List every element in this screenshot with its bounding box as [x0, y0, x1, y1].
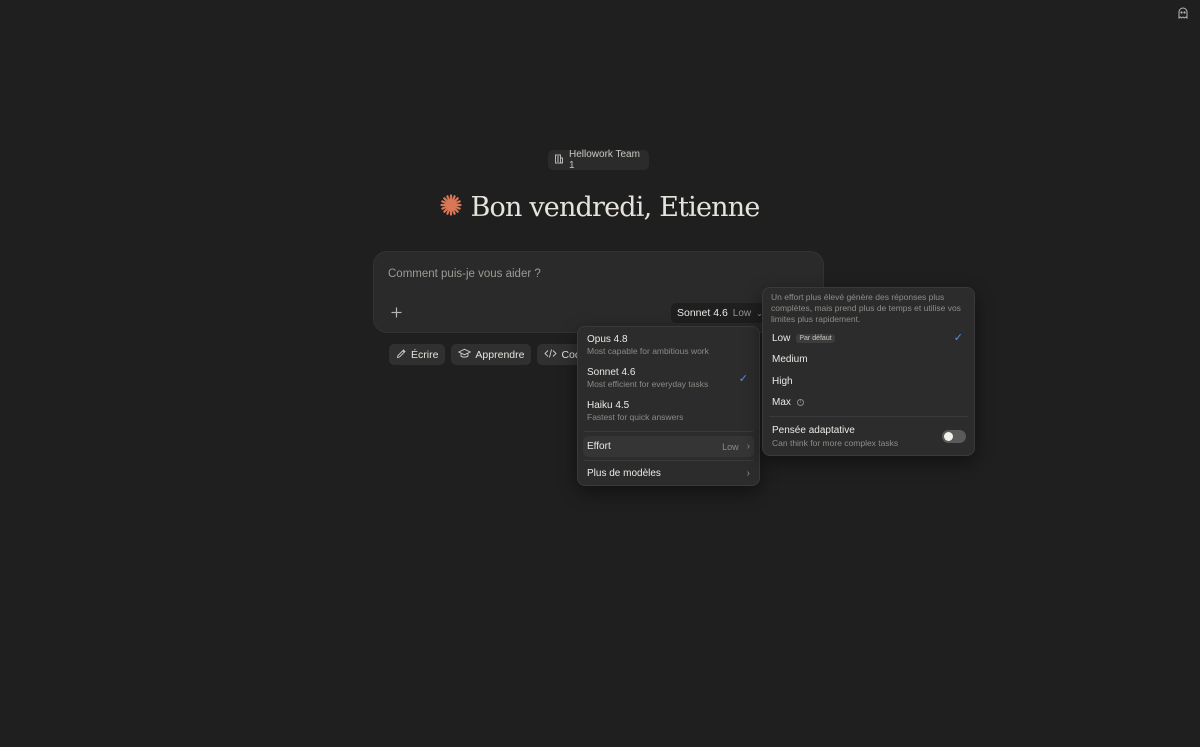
effort-menu-item[interactable]: Effort Low ›	[583, 436, 754, 457]
checkmark-icon: ✓	[738, 373, 748, 385]
effort-option-label: Low	[772, 332, 791, 344]
toggle-knob	[944, 432, 953, 441]
model-option-desc: Most efficient for everyday tasks	[587, 379, 709, 389]
composer-input[interactable]: Comment puis-je vous aider ?	[388, 268, 541, 280]
workspace-name: Hellowork Team 1	[569, 149, 640, 171]
effort-option-max[interactable]: Max i	[768, 393, 969, 411]
effort-option-high[interactable]: High	[768, 372, 969, 390]
plus-icon[interactable]	[389, 305, 403, 319]
model-menu: Opus 4.8 Most capable for ambitious work…	[577, 326, 760, 486]
more-models-label: Plus de modèles	[587, 468, 661, 479]
model-option-desc: Most capable for ambitious work	[587, 346, 709, 356]
menu-divider	[584, 460, 753, 461]
effort-description: Un effort plus élevé génère des réponses…	[771, 292, 961, 324]
menu-divider	[769, 416, 968, 417]
model-selector[interactable]: Sonnet 4.6 Low ⌄	[671, 303, 769, 323]
model-name: Sonnet 4.6	[677, 307, 728, 319]
adaptive-thinking-toggle[interactable]	[942, 430, 966, 443]
incognito-icon[interactable]	[1176, 6, 1190, 20]
effort-option-label: Max	[772, 396, 791, 408]
chip-label: Écrire	[411, 348, 439, 361]
model-option-title: Haiku 4.5	[587, 400, 630, 411]
info-icon[interactable]: i	[796, 398, 804, 406]
effort-option-medium[interactable]: Medium	[768, 350, 969, 368]
suggestion-chips: Écrire Apprendre Code	[389, 344, 594, 365]
effort-submenu: Un effort plus élevé génère des réponses…	[762, 287, 975, 456]
chip-write[interactable]: Écrire	[389, 344, 446, 365]
app-root: Hellowork Team 1 Bon vendredi, Etienne C…	[0, 0, 1200, 747]
effort-option-low[interactable]: Low Par défaut ✓	[768, 329, 969, 347]
claude-star-icon	[440, 194, 463, 221]
menu-divider	[584, 431, 753, 432]
model-option-title: Sonnet 4.6	[587, 367, 636, 378]
graduation-cap-icon	[458, 348, 472, 362]
more-models-item[interactable]: Plus de modèles ›	[583, 464, 754, 483]
model-option-title: Opus 4.8	[587, 334, 628, 345]
default-badge: Par défaut	[796, 333, 835, 343]
pencil-icon	[396, 348, 407, 362]
model-option-sonnet[interactable]: Sonnet 4.6 Most efficient for everyday t…	[583, 367, 754, 390]
chip-label: Apprendre	[475, 348, 525, 361]
effort-label: Effort	[587, 441, 611, 452]
model-option-haiku[interactable]: Haiku 4.5 Fastest for quick answers	[583, 400, 754, 423]
effort-option-label: Medium	[772, 353, 808, 365]
model-option-desc: Fastest for quick answers	[587, 412, 684, 422]
effort-option-label: High	[772, 375, 793, 387]
building-icon	[554, 154, 564, 167]
effort-level: Low	[732, 307, 752, 319]
greeting: Bon vendredi, Etienne	[0, 192, 1200, 223]
chevron-right-icon: ›	[746, 441, 750, 452]
effort-value: Low	[722, 441, 739, 452]
chevron-right-icon: ›	[746, 468, 750, 479]
checkmark-icon: ✓	[953, 332, 963, 344]
code-icon	[544, 348, 558, 362]
adaptive-thinking-row: Pensée adaptative Can think for more com…	[772, 424, 966, 449]
adaptive-title: Pensée adaptative	[772, 425, 855, 436]
model-option-opus[interactable]: Opus 4.8 Most capable for ambitious work	[583, 334, 754, 357]
greeting-text: Bon vendredi, Etienne	[470, 192, 760, 223]
workspace-badge[interactable]: Hellowork Team 1	[548, 149, 649, 171]
composer[interactable]: Comment puis-je vous aider ? Sonnet 4.6 …	[373, 251, 824, 333]
adaptive-desc: Can think for more complex tasks	[772, 438, 899, 448]
chip-learn[interactable]: Apprendre	[451, 344, 532, 365]
